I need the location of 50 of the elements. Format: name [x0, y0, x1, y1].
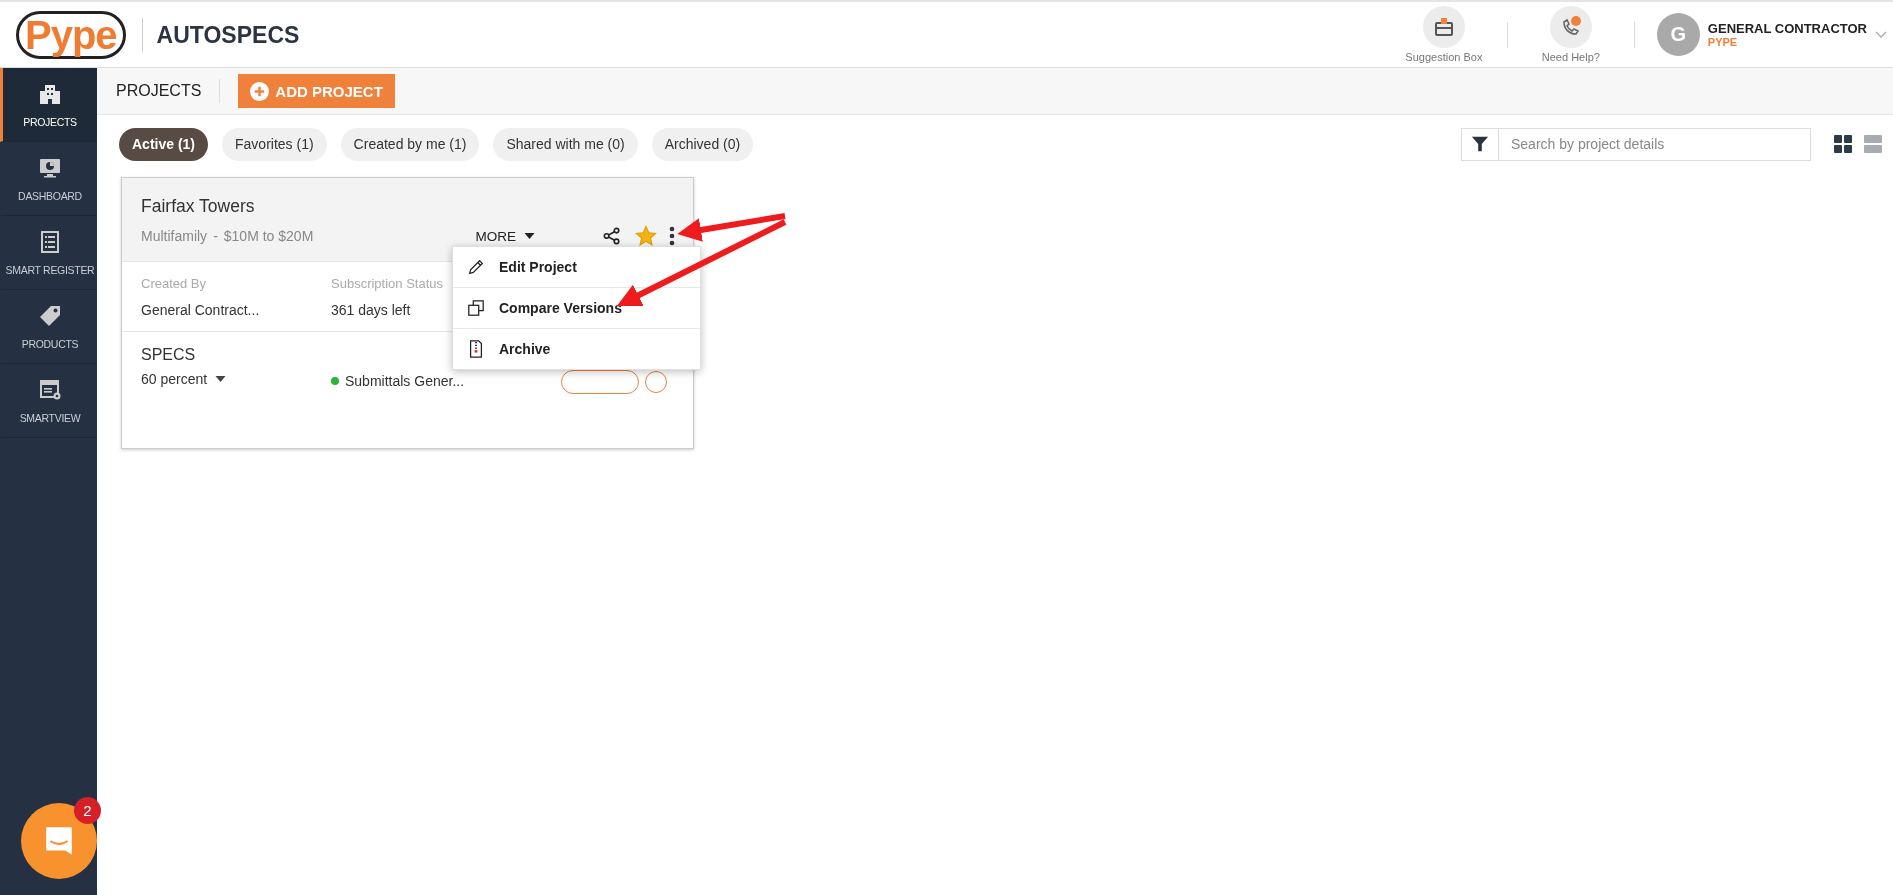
- caret-icon: [215, 376, 227, 382]
- kebab-menu-icon[interactable]: [669, 226, 675, 246]
- menu-item[interactable]: Edit Project: [453, 247, 700, 288]
- header-action-label: Need Help?: [1541, 51, 1600, 63]
- sidebar-item[interactable]: PRODUCTS: [0, 290, 97, 364]
- header-action-label: Suggestion Box: [1405, 51, 1483, 63]
- tag-icon: [38, 303, 62, 328]
- field-value: 361 days left: [331, 302, 411, 318]
- sidebar-item[interactable]: SMARTVIEW: [0, 364, 97, 438]
- filter-tab[interactable]: Archived (0): [651, 127, 754, 161]
- window-eye-icon: [38, 377, 62, 402]
- sidebar-item[interactable]: SMART REGISTER: [0, 216, 97, 290]
- field-label: Subscription Status: [331, 276, 444, 291]
- page-title: PROJECTS: [116, 82, 202, 100]
- star-icon[interactable]: [635, 225, 657, 247]
- grid-view-icon[interactable]: [1833, 134, 1853, 154]
- field-label: Created By: [141, 276, 208, 291]
- project-title[interactable]: Fairfax Towers: [141, 196, 255, 217]
- version-dropdown[interactable]: 60 percent: [141, 371, 331, 387]
- menu-item[interactable]: Archive: [453, 329, 700, 369]
- header-action-button[interactable]: [1549, 6, 1592, 48]
- sidebar-item[interactable]: PROJECTS: [0, 68, 97, 142]
- list-icon: [38, 229, 62, 254]
- field-value: General Contract...: [141, 302, 260, 318]
- project-budget: $10M to $20M: [223, 228, 314, 244]
- user-name: GENERAL CONTRACTOR: [1707, 21, 1867, 36]
- copy-icon: [467, 299, 485, 317]
- filter-icon[interactable]: [1471, 135, 1489, 153]
- caret-icon: [524, 233, 535, 239]
- logo: Pype: [16, 10, 126, 59]
- plus-icon: [250, 81, 270, 101]
- filter-tab[interactable]: Favorites (1): [222, 127, 327, 161]
- specs-title: SPECS: [141, 346, 197, 364]
- header-action-button[interactable]: [1422, 6, 1465, 48]
- filter-tab[interactable]: Active (1): [119, 127, 209, 161]
- pencil-icon: [467, 258, 485, 276]
- filter-tab[interactable]: Created by me (1): [340, 127, 480, 161]
- sidebar-item[interactable]: DASHBOARD: [0, 142, 97, 216]
- status-text: Submittals Gener...: [345, 373, 465, 389]
- filter-tab[interactable]: Shared with me (0): [493, 127, 638, 161]
- project-type: Multifamily: [141, 228, 208, 244]
- search-bar[interactable]: Search by project details: [1461, 127, 1811, 161]
- menu-item[interactable]: Compare Versions: [453, 288, 700, 329]
- separator: -: [213, 228, 218, 244]
- more-dropdown[interactable]: MORE: [475, 228, 535, 244]
- chat-bubble-icon: [43, 825, 75, 857]
- company-name: PYPE: [1707, 36, 1739, 48]
- product-name: AUTOSPECS: [141, 17, 300, 52]
- share-icon[interactable]: [603, 227, 621, 245]
- zip-file-icon: [467, 340, 485, 358]
